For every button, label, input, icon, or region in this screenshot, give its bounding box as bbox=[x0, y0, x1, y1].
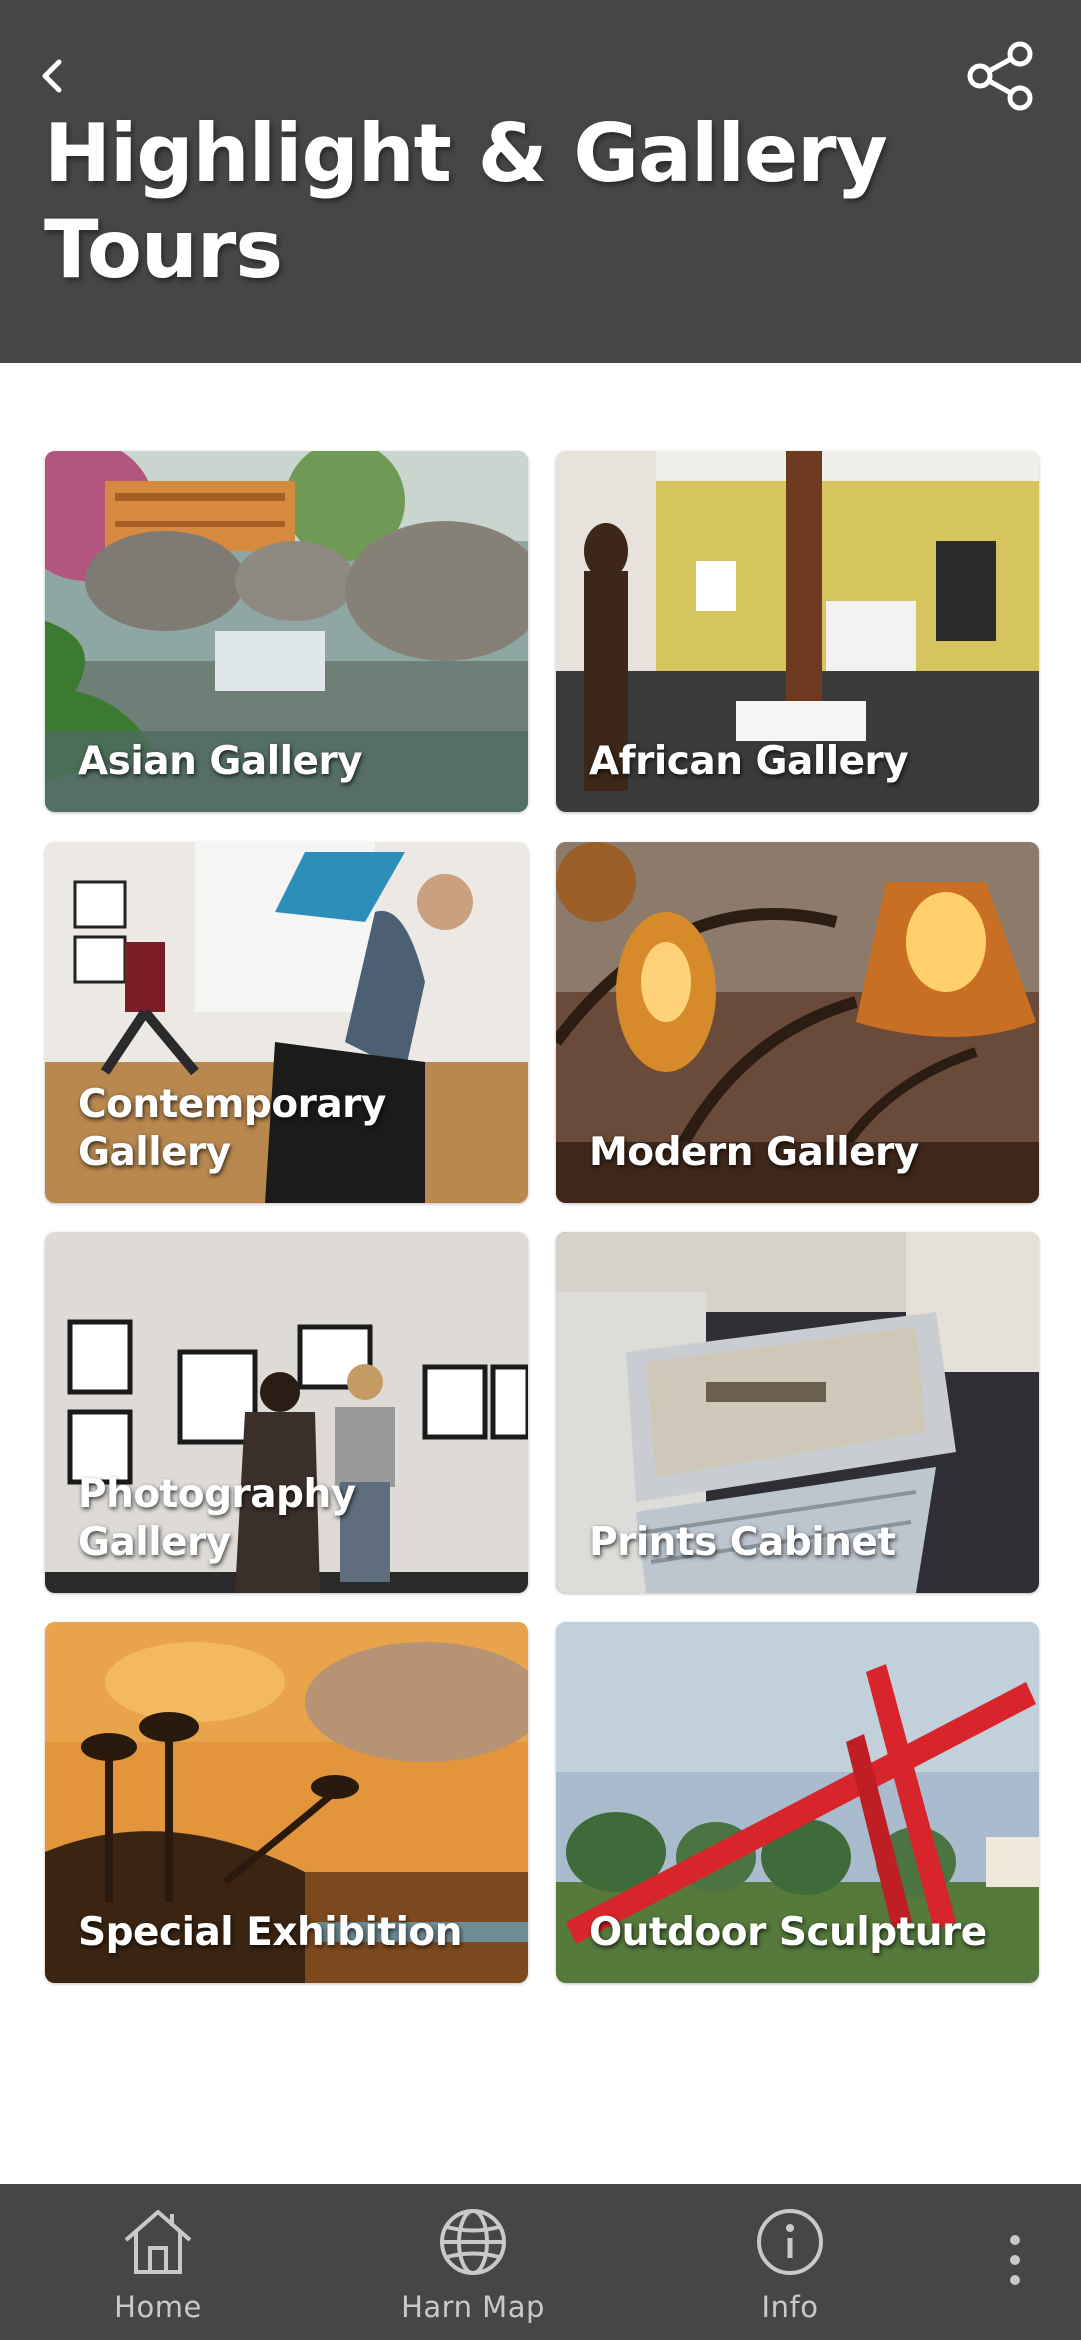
tile-modern-gallery[interactable]: Modern Gallery bbox=[556, 842, 1039, 1203]
tile-african-gallery[interactable]: African Gallery bbox=[556, 451, 1039, 812]
nav-home-label: Home bbox=[114, 2290, 202, 2324]
nav-harn-map[interactable]: Harn Map bbox=[383, 2202, 563, 2330]
nav-home[interactable]: Home bbox=[68, 2202, 248, 2330]
page-title: Highlight & Gallery Tours bbox=[44, 107, 888, 296]
tile-outdoor-sculpture[interactable]: Outdoor Sculpture bbox=[556, 1622, 1039, 1983]
info-icon bbox=[750, 2202, 830, 2282]
bottom-nav: Home Harn Map Info bbox=[0, 2184, 1081, 2340]
tile-label: Contemporary Gallery bbox=[78, 1082, 386, 1175]
more-options-button[interactable] bbox=[990, 2220, 1040, 2300]
nav-info-label: Info bbox=[761, 2290, 819, 2324]
tile-label: African Gallery bbox=[589, 739, 909, 784]
share-button[interactable] bbox=[958, 34, 1042, 118]
app-header: Highlight & Gallery Tours bbox=[0, 0, 1081, 363]
tile-label: Modern Gallery bbox=[589, 1130, 919, 1175]
nav-info[interactable]: Info bbox=[700, 2202, 880, 2330]
tile-prints-cabinet[interactable]: Prints Cabinet bbox=[556, 1232, 1039, 1593]
home-icon bbox=[118, 2202, 198, 2282]
tile-label: Special Exhibition bbox=[78, 1910, 463, 1955]
tile-label: Asian Gallery bbox=[78, 739, 363, 784]
globe-icon bbox=[433, 2202, 513, 2282]
tile-asian-gallery[interactable]: Asian Gallery bbox=[45, 451, 528, 812]
chevron-left-icon bbox=[42, 59, 62, 93]
tile-label: Photography Gallery bbox=[78, 1472, 356, 1565]
more-vertical-icon bbox=[1010, 2235, 1020, 2285]
tile-contemporary-gallery[interactable]: Contemporary Gallery bbox=[45, 842, 528, 1203]
share-icon bbox=[967, 41, 1033, 111]
tile-label: Prints Cabinet bbox=[589, 1520, 896, 1565]
back-button[interactable] bbox=[30, 50, 74, 102]
tile-special-exhibition[interactable]: Special Exhibition bbox=[45, 1622, 528, 1983]
nav-harn-map-label: Harn Map bbox=[401, 2290, 545, 2324]
tile-photography-gallery[interactable]: Photography Gallery bbox=[45, 1232, 528, 1593]
tile-label: Outdoor Sculpture bbox=[589, 1910, 987, 1955]
